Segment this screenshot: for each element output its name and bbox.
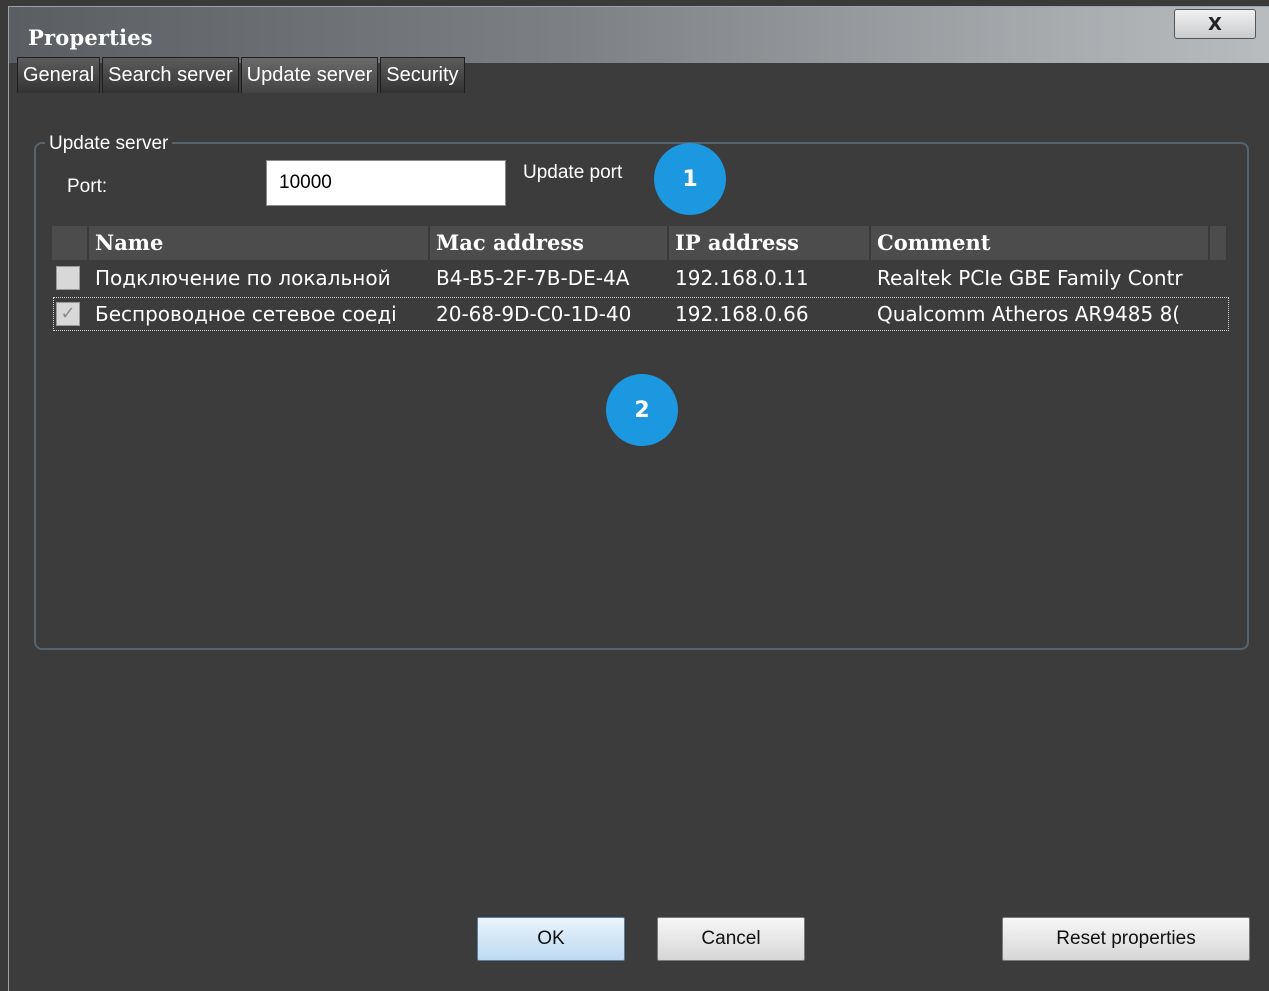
tab-update-server[interactable]: Update server (240, 57, 379, 93)
header-name[interactable]: Name (89, 226, 430, 260)
cell-name: Беспроводное сетевое соеді (95, 302, 397, 326)
header-filler (1210, 226, 1228, 260)
tab-security[interactable]: Security (380, 57, 465, 93)
group-legend: Update server (45, 133, 173, 155)
tab-search-server[interactable]: Search server (102, 57, 239, 93)
table-header: Name Mac address IP address Comment (52, 226, 1230, 260)
title-bar[interactable]: Properties X (9, 7, 1269, 63)
close-button[interactable]: X (1174, 9, 1256, 39)
port-label: Port: (67, 176, 108, 197)
header-ip-address[interactable]: IP address (669, 226, 871, 260)
callout-badge-2: 2 (606, 374, 678, 446)
cell-ip-address: 192.168.0.11 (675, 266, 809, 290)
row-checkbox[interactable] (56, 266, 80, 290)
row-checkbox-cell (52, 266, 89, 290)
table-row[interactable]: Подключение по локальной B4-B5-2F-7B-DE-… (52, 260, 1230, 296)
cell-mac-address: 20-68-9D-C0-1D-40 (436, 302, 632, 326)
network-adapters-table: Name Mac address IP address Comment Подк… (52, 226, 1230, 332)
tab-strip: General Search server Update server Secu… (17, 57, 467, 93)
port-hint-label: Update port (523, 162, 623, 183)
row-checkbox-cell: ✓ (52, 302, 89, 326)
window-title: Properties (28, 25, 153, 50)
cell-mac-address: B4-B5-2F-7B-DE-4A (436, 266, 630, 290)
ok-button[interactable]: OK (477, 917, 625, 961)
cancel-button[interactable]: Cancel (657, 917, 805, 961)
port-input[interactable] (266, 160, 506, 206)
cell-comment: Qualcomm Atheros AR9485 8( (877, 302, 1181, 326)
row-checkbox-checked[interactable]: ✓ (56, 302, 80, 326)
header-comment[interactable]: Comment (871, 226, 1210, 260)
tab-general[interactable]: General (17, 57, 101, 93)
reset-properties-button[interactable]: Reset properties (1002, 917, 1250, 961)
table-row[interactable]: ✓ Беспроводное сетевое соеді 20-68-9D-C0… (52, 296, 1230, 332)
cell-comment: Realtek PCIe GBE Family Contr (877, 266, 1183, 290)
header-mac-address[interactable]: Mac address (430, 226, 669, 260)
cell-ip-address: 192.168.0.66 (675, 302, 809, 326)
callout-badge-1: 1 (654, 143, 726, 215)
header-check-column (52, 226, 89, 260)
cell-name: Подключение по локальной (95, 266, 391, 290)
